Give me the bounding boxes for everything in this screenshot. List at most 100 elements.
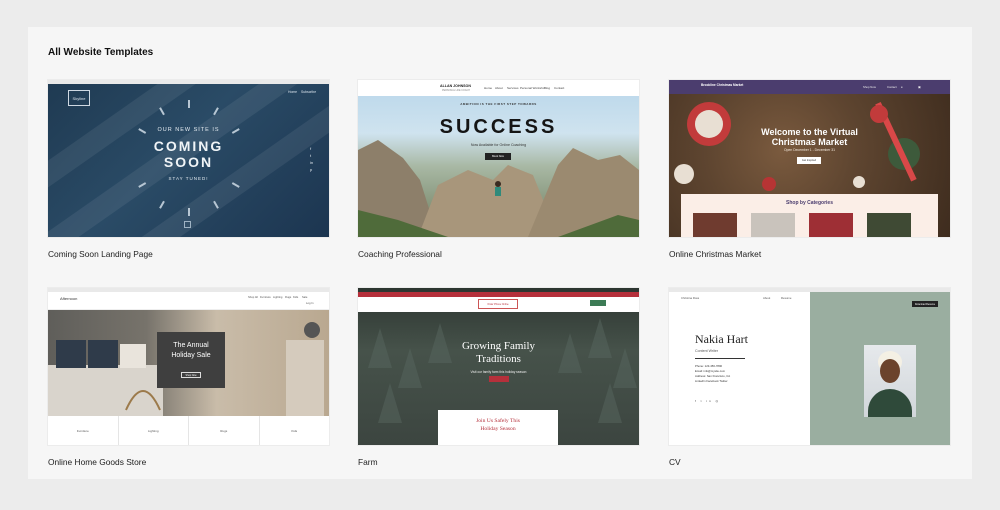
preview-brand: Brookline Christmas Market [701, 83, 744, 87]
linkedin-icon: in [310, 160, 314, 165]
square-icon [184, 221, 191, 228]
download-resume-button: Download Resume [912, 301, 938, 307]
template-name[interactable]: Coming Soon Landing Page [48, 249, 153, 259]
sale-banner: The Annual Holiday Sale Shop Now [157, 332, 225, 388]
nav-item: Rugs [285, 296, 292, 299]
preview-button: Shop Now [181, 372, 201, 378]
nav-item: About [495, 86, 503, 90]
nav-item: Lighting [273, 296, 283, 299]
preview-headline: Christmas Market [771, 137, 848, 147]
category-tile [867, 213, 911, 237]
decorative-ray [159, 200, 165, 209]
person-role: Content Writer [695, 349, 719, 353]
template-card-coming-soon[interactable]: Skyline Home Subscribe OUR NEW SITE IS C… [48, 80, 329, 259]
contact-info: Email: info@mysite.com [695, 369, 726, 373]
preview-headline: SUCCESS [439, 116, 558, 138]
preview-headline: Welcome to the Virtual [761, 127, 858, 137]
login-link: Log In [306, 302, 314, 305]
nav-item: Services [507, 86, 519, 90]
preview-headline: COMING [153, 138, 224, 154]
template-thumbnail[interactable]: Brookline Christmas Market Shop Now Cont… [669, 80, 950, 237]
preview-button: Book Now [485, 153, 511, 160]
category-strip: Furniture Lighting Rugs Kids [48, 416, 329, 445]
template-card-christmas[interactable]: Brookline Christmas Market Shop Now Cont… [669, 80, 950, 259]
category-item: Furniture [48, 416, 119, 445]
nav-item: Home [288, 90, 298, 94]
templates-panel: All Website Templates Skyline Home Subsc… [28, 27, 972, 479]
user-icon: ● [901, 85, 903, 89]
nav-item: Home [484, 86, 493, 90]
body-shape [868, 389, 912, 417]
nav-item: Subscribe [301, 90, 317, 94]
tree-shape [598, 383, 622, 423]
preview-headline: Traditions [476, 353, 521, 365]
category-item: Rugs [189, 416, 260, 445]
preview-text: STAY TUNED! [168, 176, 209, 181]
nav-item: Shop Now [863, 85, 876, 89]
preview-button [489, 376, 509, 382]
nav-item: About [763, 296, 771, 300]
box-text: Join Us Safely This [476, 418, 520, 424]
phone-box: Order Phone Online [478, 299, 518, 309]
category-item: Lighting [119, 416, 189, 445]
shop-categories: Shop by Categories [681, 194, 938, 237]
template-name[interactable]: Online Christmas Market [669, 249, 761, 259]
nav-item: Contact [554, 86, 565, 90]
box-text: Holiday Season [480, 426, 516, 432]
template-thumbnail[interactable]: Christina Ross About Resume Download Res… [669, 288, 950, 445]
preview-text: OUR NEW SITE IS [157, 127, 220, 133]
preview-header: Christina Ross About Resume [669, 292, 810, 306]
nav-item: Resume [781, 296, 792, 300]
decorative-ray [159, 107, 165, 116]
phone-line: Order Phone Online [487, 302, 509, 306]
page-title: All Website Templates [48, 47, 154, 58]
portrait-photo [864, 345, 916, 417]
category-tile [693, 213, 737, 237]
nav-item: Blog [544, 86, 551, 90]
template-card-coaching[interactable]: ALLAN JOHNSON PERSONAL LIFE COACH Home A… [358, 80, 639, 259]
template-name[interactable]: CV [669, 457, 681, 467]
nav-item: Kids [293, 296, 299, 299]
preview-text: Visit our family farm this holiday seaso… [470, 370, 527, 374]
contact-info: Address: San Francisco, CA [695, 374, 731, 378]
sale-title: The Annual [173, 342, 209, 349]
template-thumbnail[interactable]: ALLAN JOHNSON PERSONAL LIFE COACH Home A… [358, 80, 639, 237]
template-card-cv[interactable]: Christina Ross About Resume Download Res… [669, 288, 950, 467]
preview-text: Now Available for Online Coaching [470, 143, 527, 147]
preview-brand-sub: PERSONAL LIFE COACH [442, 89, 470, 92]
preview-headline: SOON [163, 154, 214, 170]
category-item: Kids [291, 428, 298, 433]
nav-item: Personal Worksho [520, 86, 545, 90]
template-thumbnail[interactable]: Afternoon Shop All Furniture Lighting Ru… [48, 288, 329, 445]
person-name: Nakia Hart [695, 332, 748, 346]
decorative-ray [188, 208, 190, 216]
shop-title: Shop by Categories [786, 200, 833, 206]
decorative-ray [188, 100, 190, 108]
nav-item: Furniture [260, 296, 271, 299]
preview-header: Afternoon Shop All Furniture Lighting Ru… [48, 292, 329, 310]
template-thumbnail[interactable]: Order Phone Online Growing Family Tradit… [358, 288, 639, 445]
template-card-farm[interactable]: Order Phone Online Growing Family Tradit… [358, 288, 639, 467]
contact-info: LinkedIn Facebook Twitter [695, 379, 728, 383]
pinterest-icon: p [310, 167, 313, 172]
site-logo: Skyline [68, 90, 90, 106]
contact-info: Phone: 123-456-7890 [695, 364, 723, 368]
nav-item: Sale [302, 296, 308, 299]
template-name[interactable]: Coaching Professional [358, 249, 442, 259]
preview-brand: ALLAN JOHNSON [440, 84, 471, 88]
category-tile [809, 213, 853, 237]
template-name[interactable]: Farm [358, 457, 378, 467]
preview-brand: Afternoon [60, 296, 78, 301]
template-card-home-goods[interactable]: Afternoon Shop All Furniture Lighting Ru… [48, 288, 329, 467]
template-thumbnail[interactable]: Skyline Home Subscribe OUR NEW SITE IS C… [48, 80, 329, 237]
divider [695, 358, 745, 359]
category-tile [751, 213, 795, 237]
preview-brand: Christina Ross [681, 296, 700, 300]
nav-item: Contact [887, 85, 897, 89]
template-name[interactable]: Online Home Goods Store [48, 457, 146, 467]
info-box: Join Us Safely This Holiday Season [438, 410, 558, 445]
preview-text: AMBITION IS THE FIRST STEP TOWARDS [460, 102, 537, 106]
preview-headline: Growing Family [461, 340, 536, 352]
face-shape [880, 359, 900, 383]
facebook-icon: f [310, 146, 312, 151]
